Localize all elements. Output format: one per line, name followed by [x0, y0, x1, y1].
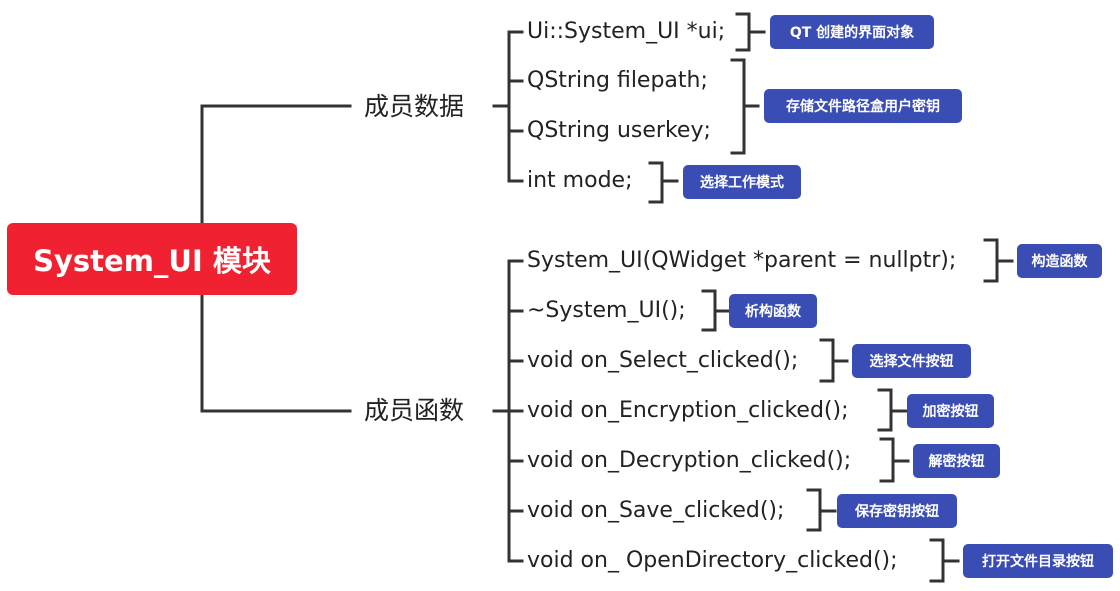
bracket-note-3 [648, 161, 679, 204]
bracket-note-2 [730, 58, 760, 155]
group-func-branch [507, 259, 524, 563]
bracket-note-8 [879, 437, 910, 483]
data-item: QString userkey; [527, 118, 711, 143]
mind-map: System_UI 模块 成员数据 成员函数 Ui::System_UI *ui… [0, 0, 1120, 591]
function-item: void on_ OpenDirectory_clicked(); [527, 548, 898, 573]
note-badge: 存储文件路径盒用户密钥 [764, 89, 962, 123]
note-badge: 构造函数 [1017, 244, 1102, 278]
root-node: System_UI 模块 [7, 223, 297, 295]
note-badge: 选择工作模式 [683, 165, 801, 199]
function-item: void on_Select_clicked(); [527, 348, 799, 373]
data-item: int mode; [527, 168, 633, 193]
note-badge: 选择文件按钮 [852, 344, 971, 378]
note-badge: QT 创建的界面对象 [770, 15, 934, 49]
function-item: void on_Save_clicked(); [527, 498, 785, 523]
function-item: void on_Encryption_clicked(); [527, 398, 849, 423]
bracket-note-7 [877, 388, 908, 432]
bracket-note-10 [929, 538, 960, 583]
data-item: QString filepath; [527, 68, 708, 93]
group-data-branch [507, 30, 524, 183]
bracket-note-4 [983, 238, 1014, 283]
data-item: Ui::System_UI *ui; [527, 19, 726, 44]
note-badge: 解密按钮 [913, 444, 1000, 478]
note-badge: 析构函数 [729, 294, 817, 328]
note-badge: 保存密钥按钮 [837, 494, 957, 528]
note-badge: 加密按钮 [907, 394, 994, 428]
function-item: void on_Decryption_clicked(); [527, 448, 852, 473]
function-item: System_UI(QWidget *parent = nullptr); [527, 248, 957, 273]
bracket-note-5 [701, 289, 731, 332]
note-badge: 打开文件目录按钮 [963, 544, 1113, 578]
function-item: ~System_UI(); [527, 298, 686, 323]
bracket-note-1 [735, 12, 766, 52]
bracket-note-9 [806, 488, 837, 532]
group-member-functions: 成员函数 [364, 396, 465, 425]
root-label: System_UI 模块 [33, 244, 271, 278]
bracket-note-6 [819, 338, 849, 383]
group-member-data: 成员数据 [364, 92, 465, 121]
